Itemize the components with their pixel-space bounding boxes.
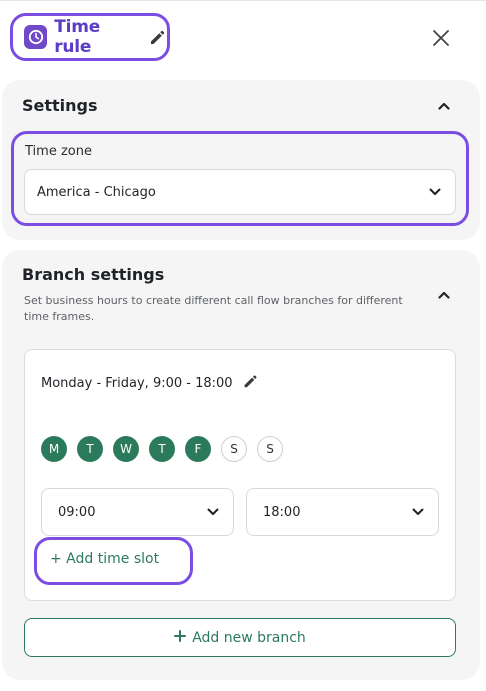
close-button[interactable]: [429, 28, 453, 52]
day-letter: T: [86, 442, 94, 456]
plus-icon: [174, 629, 187, 646]
day-toggle-sunday[interactable]: S: [257, 436, 283, 462]
day-letter: F: [194, 442, 202, 456]
clock-icon: [24, 25, 48, 49]
pencil-icon[interactable]: [241, 372, 259, 394]
day-toggle-friday[interactable]: F: [185, 436, 211, 462]
day-letter: T: [158, 442, 166, 456]
add-new-branch-label: Add new branch: [192, 629, 306, 646]
time-zone-value: America - Chicago: [37, 184, 156, 200]
day-letter: M: [48, 442, 60, 456]
branch-settings-description: Set business hours to create different c…: [24, 294, 403, 323]
day-toggle-tuesday[interactable]: T: [77, 436, 103, 462]
rule-label: Monday - Friday, 9:00 - 18:00: [41, 375, 233, 391]
day-toggle-saturday[interactable]: S: [221, 436, 247, 462]
settings-title: Settings: [22, 96, 98, 115]
rule-summary: Monday - Friday, 9:00 - 18:00: [41, 372, 259, 394]
day-toggle-thursday[interactable]: T: [149, 436, 175, 462]
start-time-value: 09:00: [58, 504, 96, 520]
day-letter: W: [120, 442, 132, 456]
start-time-select[interactable]: 09:00: [41, 488, 234, 536]
time-zone-select[interactable]: America - Chicago: [24, 169, 456, 215]
day-toggle-monday[interactable]: M: [41, 436, 67, 462]
end-time-value: 18:00: [263, 504, 301, 520]
chevron-down-icon: [429, 188, 441, 196]
chevron-up-icon[interactable]: [436, 287, 452, 303]
branch-settings-title: Branch settings: [22, 265, 165, 284]
title-highlight: Time rule: [10, 13, 170, 61]
time-zone-label: Time zone: [25, 144, 92, 159]
day-letter: S: [230, 442, 238, 456]
top-divider: [0, 0, 486, 1]
page-title: Time rule: [54, 17, 101, 57]
add-time-slot-button[interactable]: + Add time slot: [50, 551, 159, 567]
day-toggle-wednesday[interactable]: W: [113, 436, 139, 462]
chevron-down-icon: [207, 508, 219, 516]
chevron-up-icon[interactable]: [436, 98, 452, 114]
chevron-down-icon: [412, 508, 424, 516]
close-icon[interactable]: [432, 29, 450, 51]
pencil-icon[interactable]: [147, 27, 167, 47]
day-letter: S: [266, 442, 274, 456]
end-time-select[interactable]: 18:00: [246, 488, 439, 536]
add-new-branch-button[interactable]: Add new branch: [24, 618, 456, 657]
